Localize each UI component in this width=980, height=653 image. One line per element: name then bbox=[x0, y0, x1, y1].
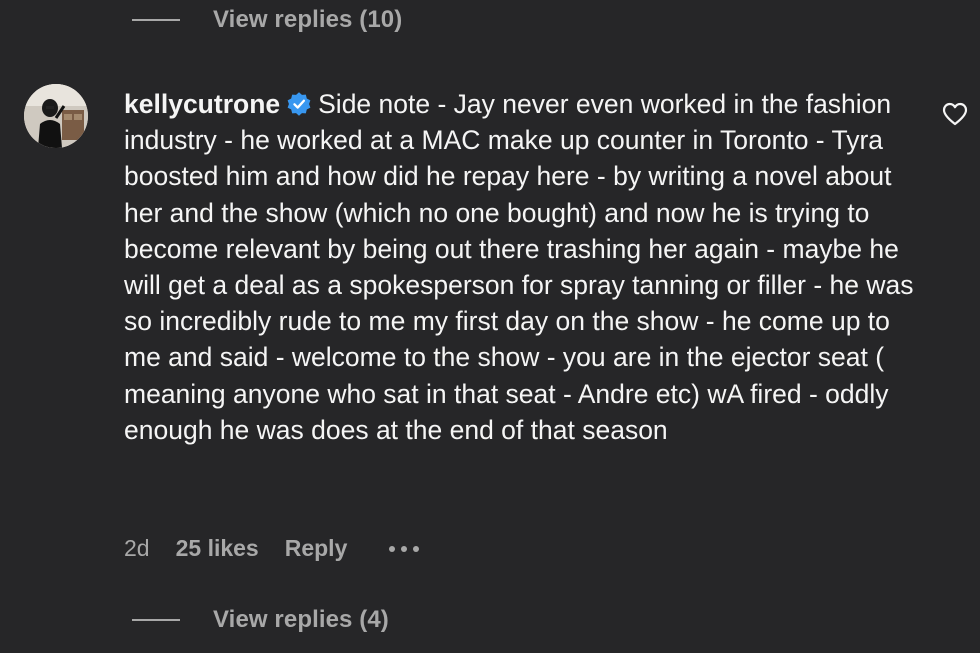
view-replies-button[interactable]: View replies (10) bbox=[132, 6, 402, 34]
view-replies-label: View replies (4) bbox=[213, 606, 389, 633]
comment-body: kellycutrone Side note - Jay never even … bbox=[124, 86, 914, 448]
more-horizontal-icon[interactable] bbox=[389, 537, 420, 561]
view-replies-label: View replies (10) bbox=[213, 6, 403, 33]
heart-outline-icon[interactable] bbox=[942, 102, 968, 126]
comment-meta-row: 2d 25 likes Reply bbox=[124, 535, 420, 562]
avatar-photo bbox=[24, 84, 88, 148]
avatar[interactable] bbox=[24, 84, 88, 148]
more-dot bbox=[389, 545, 396, 552]
view-replies-button[interactable]: View replies (4) bbox=[132, 606, 389, 634]
replies-divider-line bbox=[132, 19, 180, 21]
comment-likes-count[interactable]: 25 likes bbox=[176, 535, 259, 562]
comment-username[interactable]: kellycutrone bbox=[124, 89, 280, 119]
replies-divider-line bbox=[132, 619, 180, 621]
reply-button[interactable]: Reply bbox=[285, 535, 348, 562]
comment-timestamp: 2d bbox=[124, 535, 150, 561]
verified-badge-icon bbox=[287, 92, 311, 116]
comment-text: Side note - Jay never even worked in the… bbox=[124, 89, 914, 445]
more-dot bbox=[401, 545, 408, 552]
more-dot bbox=[413, 545, 420, 552]
